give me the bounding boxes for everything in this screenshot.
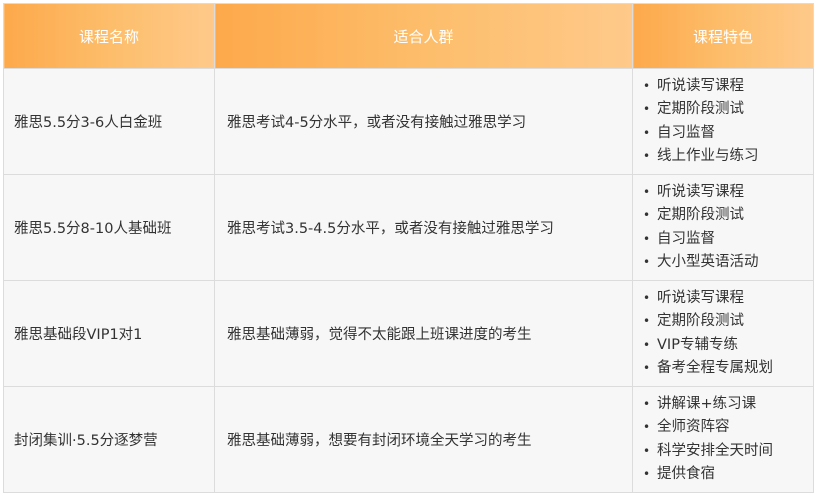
bullet-icon: • <box>643 149 651 163</box>
feature-item: • 定期阶段测试 <box>643 310 813 334</box>
feature-label: 讲解课+练习课 <box>657 395 757 412</box>
feature-list: • 听说读写课程 • 定期阶段测试 • 自习监督 • 大小型英语活动 <box>643 181 813 275</box>
bullet-icon: • <box>643 184 651 199</box>
header-audience: 适合人群 <box>214 3 633 69</box>
feature-label: 线上作业与练习 <box>657 148 759 164</box>
course-name-cell: 雅思5.5分8-10人基础班 <box>3 174 215 281</box>
feature-list: • 听说读写课程 • 定期阶段测试 • 自习监督 • 线上作业与练习 <box>643 75 813 169</box>
feature-label: 自习监督 <box>657 124 715 141</box>
bullet-icon: • <box>643 102 651 116</box>
feature-label: 大小型英语活动 <box>657 254 759 270</box>
audience-cell: 雅思考试3.5-4.5分水平，或者没有接触过雅思学习 <box>214 174 633 281</box>
table-header-row: 课程名称 适合人群 课程特色 <box>3 3 814 69</box>
bullet-icon: • <box>643 255 651 269</box>
bullet-icon: • <box>643 290 651 305</box>
feature-item: • 科学安排全天时间 <box>643 440 813 464</box>
feature-label: 全师资阵容 <box>657 419 730 435</box>
feature-item: • 听说读写课程 <box>643 287 813 311</box>
feature-list: • 讲解课+练习课 • 全师资阵容 • 科学安排全天时间 • 提供食宿 <box>643 393 813 487</box>
feature-item: • 线上作业与练习 <box>643 145 813 169</box>
feature-item: • 全师资阵容 <box>643 416 813 440</box>
bullet-icon: • <box>643 125 651 140</box>
features-cell: • 听说读写课程 • 定期阶段测试 • 自习监督 • 大小型英语活动 <box>632 174 814 281</box>
features-cell: • 听说读写课程 • 定期阶段测试 • VIP专辅专练 • 备考全程专属规划 <box>632 280 814 387</box>
bullet-icon: • <box>643 467 651 481</box>
feature-label: 备考全程专属规划 <box>657 360 773 376</box>
feature-label: 听说读写课程 <box>657 289 744 306</box>
audience-cell: 雅思基础薄弱，觉得不太能跟上班课进度的考生 <box>214 280 633 387</box>
feature-item: • 定期阶段测试 <box>643 204 813 228</box>
audience-cell: 雅思考试4-5分水平，或者没有接触过雅思学习 <box>214 68 633 175</box>
features-cell: • 听说读写课程 • 定期阶段测试 • 自习监督 • 线上作业与练习 <box>632 68 814 175</box>
feature-item: • 备考全程专属规划 <box>643 357 813 381</box>
table-row: 雅思5.5分8-10人基础班 雅思考试3.5-4.5分水平，或者没有接触过雅思学… <box>3 174 814 281</box>
feature-item: • 提供食宿 <box>643 463 813 487</box>
feature-item: • VIP专辅专练 <box>643 334 813 358</box>
course-name-cell: 雅思基础段VIP1对1 <box>3 280 215 387</box>
feature-label: 定期阶段测试 <box>657 207 744 223</box>
bullet-icon: • <box>643 337 651 352</box>
bullet-icon: • <box>643 420 651 434</box>
feature-item: • 听说读写课程 <box>643 181 813 205</box>
feature-label: 科学安排全天时间 <box>657 442 773 459</box>
feature-item: • 大小型英语活动 <box>643 251 813 275</box>
bullet-icon: • <box>643 443 651 458</box>
course-name-cell: 封闭集训·5.5分逐梦营 <box>3 386 215 493</box>
bullet-icon: • <box>643 361 651 375</box>
feature-label: 听说读写课程 <box>657 77 744 94</box>
feature-label: 自习监督 <box>657 230 715 247</box>
feature-label: 定期阶段测试 <box>657 101 744 117</box>
audience-cell: 雅思基础薄弱，想要有封闭环境全天学习的考生 <box>214 386 633 493</box>
feature-item: • 自习监督 <box>643 122 813 146</box>
feature-label: 听说读写课程 <box>657 183 744 200</box>
course-name-cell: 雅思5.5分3-6人白金班 <box>3 68 215 175</box>
feature-label: 提供食宿 <box>657 466 715 482</box>
header-course-name: 课程名称 <box>3 3 215 69</box>
features-cell: • 讲解课+练习课 • 全师资阵容 • 科学安排全天时间 • 提供食宿 <box>632 386 814 493</box>
table-row: 雅思基础段VIP1对1 雅思基础薄弱，觉得不太能跟上班课进度的考生 • 听说读写课… <box>3 280 814 387</box>
bullet-icon: • <box>643 396 651 411</box>
bullet-icon: • <box>643 78 651 93</box>
feature-item: • 定期阶段测试 <box>643 98 813 122</box>
feature-item: • 讲解课+练习课 <box>643 393 813 417</box>
feature-label: VIP专辅专练 <box>657 336 738 353</box>
feature-item: • 自习监督 <box>643 228 813 252</box>
feature-list: • 听说读写课程 • 定期阶段测试 • VIP专辅专练 • 备考全程专属规划 <box>643 287 813 381</box>
feature-label: 定期阶段测试 <box>657 313 744 329</box>
header-features: 课程特色 <box>632 3 814 69</box>
course-table: 课程名称 适合人群 课程特色 雅思5.5分3-6人白金班 雅思考试4-5分水平，… <box>3 3 814 493</box>
table-row: 封闭集训·5.5分逐梦营 雅思基础薄弱，想要有封闭环境全天学习的考生 • 讲解课+… <box>3 386 814 493</box>
table-row: 雅思5.5分3-6人白金班 雅思考试4-5分水平，或者没有接触过雅思学习 • 听说… <box>3 68 814 175</box>
bullet-icon: • <box>643 231 651 246</box>
bullet-icon: • <box>643 208 651 222</box>
bullet-icon: • <box>643 314 651 328</box>
feature-item: • 听说读写课程 <box>643 75 813 99</box>
